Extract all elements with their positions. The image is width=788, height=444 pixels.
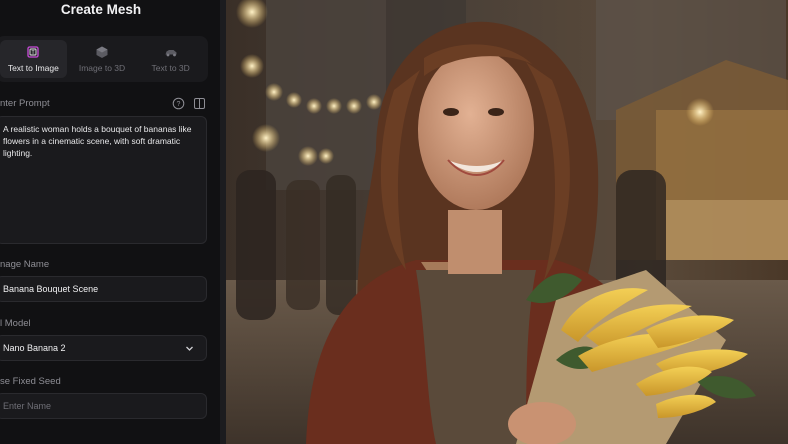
prompt-label: nter Prompt — [0, 98, 50, 109]
text-image-icon: T — [27, 46, 39, 58]
mode-tabs: T Text to Image Image to 3D Text to 3D — [0, 36, 208, 82]
model-select[interactable]: Nano Banana 2 — [0, 335, 207, 361]
generated-image — [226, 0, 788, 444]
tab-text-to-3d[interactable]: Text to 3D — [137, 40, 204, 78]
chevron-down-icon — [186, 346, 193, 351]
car-3d-icon — [165, 50, 177, 57]
svg-text:?: ? — [177, 101, 181, 108]
panel-toggle-icon[interactable] — [193, 97, 206, 110]
model-label: l Model — [0, 318, 31, 329]
tab-text-to-image[interactable]: T Text to Image — [0, 40, 67, 78]
model-value: Nano Banana 2 — [3, 343, 66, 353]
cube-icon — [96, 46, 108, 58]
panel-title: Create Mesh — [60, 2, 142, 17]
help-icon[interactable]: ? — [172, 97, 185, 110]
image-name-input[interactable]: Banana Bouquet Scene — [0, 276, 207, 302]
svg-text:T: T — [32, 50, 35, 56]
image-name-label: nage Name — [0, 259, 50, 270]
prompt-input[interactable]: A realistic woman holds a bouquet of ban… — [0, 116, 207, 244]
tab-label: Text to Image — [7, 63, 59, 73]
tab-label: Text to 3D — [151, 63, 190, 73]
settings-panel: Create Mesh T Text to Image Image to 3D — [0, 0, 220, 444]
image-name-value: Banana Bouquet Scene — [3, 284, 99, 294]
tab-image-to-3d[interactable]: Image to 3D — [69, 40, 136, 78]
seed-placeholder: Enter Name — [3, 401, 52, 411]
tab-label: Image to 3D — [78, 63, 126, 73]
prompt-tools: ? — [172, 97, 206, 110]
seed-input[interactable]: Enter Name — [0, 393, 207, 419]
seed-label: se Fixed Seed — [0, 376, 61, 387]
